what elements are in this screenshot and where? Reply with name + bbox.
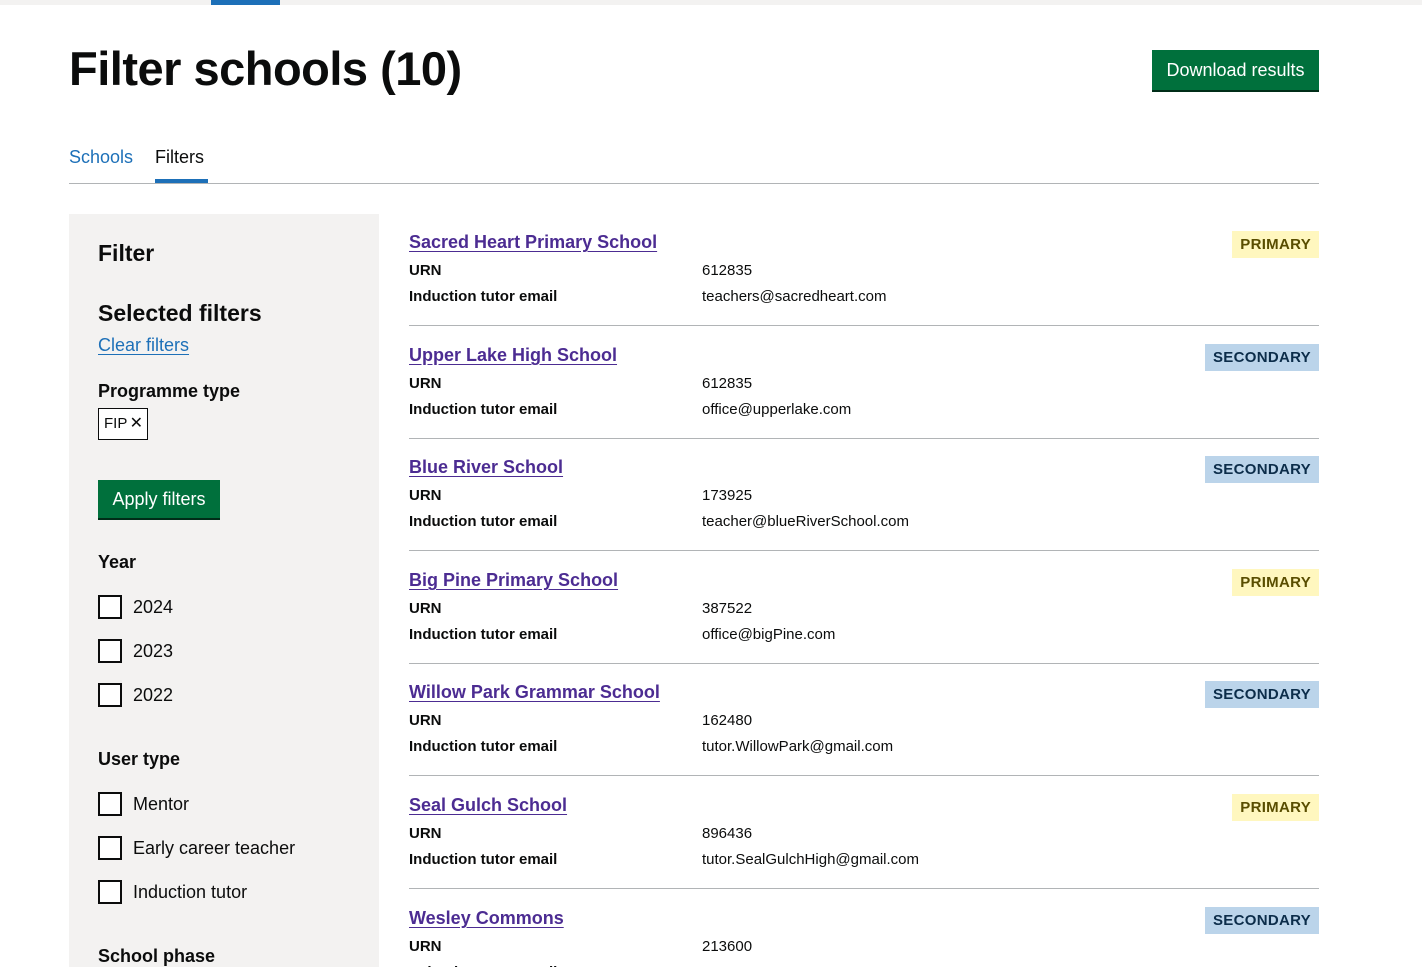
school-name-link[interactable]: Big Pine Primary School: [409, 570, 618, 591]
urn-value: 213600: [702, 938, 753, 955]
email-value: office@upperlake.com: [702, 401, 852, 418]
urn-label: URN: [409, 600, 442, 617]
school-result-item: Sacred Heart Primary School PRIMARY URN …: [409, 214, 1319, 326]
filter-heading: Filter: [98, 240, 155, 266]
urn-label: URN: [409, 262, 442, 279]
email-value: teacher@blueRiverSchool.com: [702, 513, 909, 530]
school-name-link[interactable]: Willow Park Grammar School: [409, 682, 660, 703]
checkbox-box[interactable]: [98, 683, 122, 707]
email-label: Induction tutor email: [409, 626, 558, 643]
tab-schools[interactable]: Schools: [69, 146, 133, 168]
school-name-link[interactable]: Sacred Heart Primary School: [409, 232, 657, 253]
school-name-link[interactable]: Wesley Commons: [409, 908, 564, 929]
clear-filters-link[interactable]: Clear filters: [98, 335, 189, 356]
urn-label: URN: [409, 938, 442, 955]
phase-tag: PRIMARY: [1232, 794, 1319, 821]
checkbox-box[interactable]: [98, 595, 122, 619]
remove-filter-icon[interactable]: ✕: [130, 409, 143, 439]
email-value: tutor.SealGulchHigh@gmail.com: [702, 851, 919, 868]
school-result-item: Blue River School SECONDARY URN 173925 I…: [409, 439, 1319, 551]
year-group-label: Year: [98, 552, 137, 572]
email-value: tutor.WillowPark@gmail.com: [702, 738, 894, 755]
urn-label: URN: [409, 712, 442, 729]
checkbox-label: 2024: [133, 597, 174, 617]
checkbox-box[interactable]: [98, 836, 122, 860]
checkbox-label: 2022: [133, 685, 174, 705]
phase-tag: SECONDARY: [1205, 681, 1319, 708]
checkbox-box[interactable]: [98, 880, 122, 904]
urn-label: URN: [409, 487, 442, 504]
checkbox-label: Induction tutor: [133, 882, 248, 902]
user-type-group-label: User type: [98, 749, 181, 769]
email-label: Induction tutor email: [409, 851, 558, 868]
urn-value: 612835: [702, 262, 753, 279]
filter-panel: Filter Selected filters Clear filters Pr…: [69, 214, 379, 967]
school-phase-group-label: School phase: [98, 946, 216, 966]
urn-label: URN: [409, 825, 442, 842]
phase-tag: PRIMARY: [1232, 231, 1319, 258]
page-title: Filter schools (10): [69, 42, 462, 95]
selected-filter-tag-label: FIP: [104, 415, 128, 432]
school-result-item: Big Pine Primary School PRIMARY URN 3875…: [409, 552, 1319, 664]
school-result-item: Wesley Commons SECONDARY URN 213600 Indu…: [409, 890, 1319, 967]
urn-value: 612835: [702, 375, 753, 392]
email-label: Induction tutor email: [409, 401, 558, 418]
phase-tag: SECONDARY: [1205, 907, 1319, 934]
email-label: Induction tutor email: [409, 738, 558, 755]
tab-bar: Schools Filters: [69, 140, 1319, 184]
download-results-button[interactable]: Download results: [1152, 50, 1319, 90]
email-label: Induction tutor email: [409, 513, 558, 530]
checkbox-label: Mentor: [133, 794, 190, 814]
urn-value: 173925: [702, 487, 753, 504]
phase-tag: SECONDARY: [1205, 456, 1319, 483]
phase-tag: SECONDARY: [1205, 344, 1319, 371]
checkbox-box[interactable]: [98, 792, 122, 816]
school-name-link[interactable]: Upper Lake High School: [409, 345, 617, 366]
programme-type-label: Programme type: [98, 381, 241, 401]
urn-value: 162480: [702, 712, 753, 729]
checkbox-label: 2023: [133, 641, 174, 661]
school-name-link[interactable]: Seal Gulch School: [409, 795, 567, 816]
urn-value: 896436: [702, 825, 753, 842]
checkbox-label: Early career teacher: [133, 838, 296, 858]
email-label: Induction tutor email: [409, 288, 558, 305]
checkbox-box[interactable]: [98, 639, 122, 663]
school-result-item: Willow Park Grammar School SECONDARY URN…: [409, 664, 1319, 776]
school-name-link[interactable]: Blue River School: [409, 457, 563, 478]
tab-filters[interactable]: Filters: [155, 146, 204, 168]
email-value: office@bigPine.com: [702, 626, 836, 643]
selected-filters-heading: Selected filters: [98, 300, 262, 326]
active-tab-indicator: [155, 179, 208, 183]
urn-value: 387522: [702, 600, 753, 617]
top-nav-active-indicator: [211, 0, 280, 5]
apply-filters-button[interactable]: Apply filters: [98, 480, 220, 518]
school-result-item: Seal Gulch School PRIMARY URN 896436 Ind…: [409, 777, 1319, 889]
phase-tag: PRIMARY: [1232, 569, 1319, 596]
email-value: teachers@sacredheart.com: [702, 288, 887, 305]
selected-filter-tag-fip[interactable]: FIP ✕: [98, 408, 148, 440]
school-result-item: Upper Lake High School SECONDARY URN 612…: [409, 327, 1319, 439]
urn-label: URN: [409, 375, 442, 392]
